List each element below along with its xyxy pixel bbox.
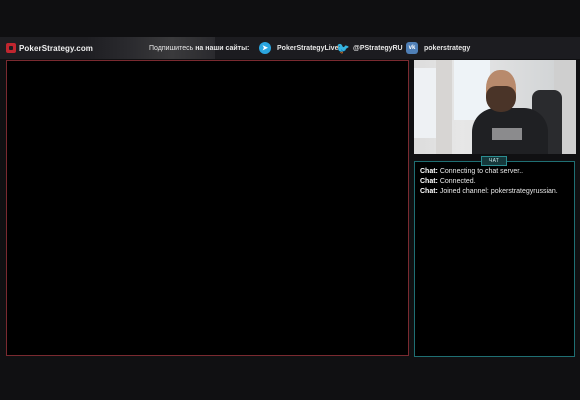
vk-icon: vk <box>406 42 418 54</box>
main-video-area[interactable] <box>6 60 409 356</box>
chat-text: Joined channel: pokerstrategyrussian. <box>439 188 558 195</box>
vk-link[interactable]: vk pokerstrategy <box>406 42 470 54</box>
telegram-link[interactable]: ➤ PokerStrategyLive <box>259 42 338 54</box>
telegram-label: PokerStrategyLive <box>277 44 339 52</box>
telegram-icon: ➤ <box>259 42 271 54</box>
subscribe-bold: на наши сайты: <box>195 44 250 52</box>
twitter-label: @PStrategyRU <box>353 44 403 52</box>
chat-author: Chat: <box>420 188 438 195</box>
vk-label: pokerstrategy <box>424 44 471 52</box>
logo-icon <box>6 43 16 53</box>
chat-text: Connected. <box>439 178 476 185</box>
twitter-icon: 🐦 <box>336 42 350 55</box>
webcam-window-left <box>414 68 436 138</box>
webcam-feed <box>414 60 576 154</box>
webcam-shirt-print <box>492 128 522 140</box>
chat-author: Chat: <box>420 178 438 185</box>
chat-message: Chat: Connected. <box>420 177 570 187</box>
top-band <box>0 0 580 37</box>
chat-tab[interactable]: ЧАТ <box>481 156 507 166</box>
twitter-link[interactable]: 🐦 @PStrategyRU <box>336 42 403 55</box>
webcam-person-beard <box>486 86 516 112</box>
chat-author: Chat: <box>420 168 438 175</box>
chat-panel[interactable]: Chat: Connecting to chat server.. Chat: … <box>414 161 575 357</box>
webcam-curtain <box>436 60 452 154</box>
chat-messages: Chat: Connecting to chat server.. Chat: … <box>420 167 570 197</box>
header-bar: PokerStrategy.com Подпишитесь на наши са… <box>0 37 580 59</box>
chat-message: Chat: Joined channel: pokerstrategyrussi… <box>420 187 570 197</box>
logo-text[interactable]: PokerStrategy.com <box>19 44 93 53</box>
subscribe-prefix: Подпишитесь <box>149 44 194 52</box>
chat-message: Chat: Connecting to chat server.. <box>420 167 570 177</box>
subscribe-prompt: Подпишитесь на наши сайты: <box>149 45 249 52</box>
chat-text: Connecting to chat server.. <box>439 168 524 175</box>
